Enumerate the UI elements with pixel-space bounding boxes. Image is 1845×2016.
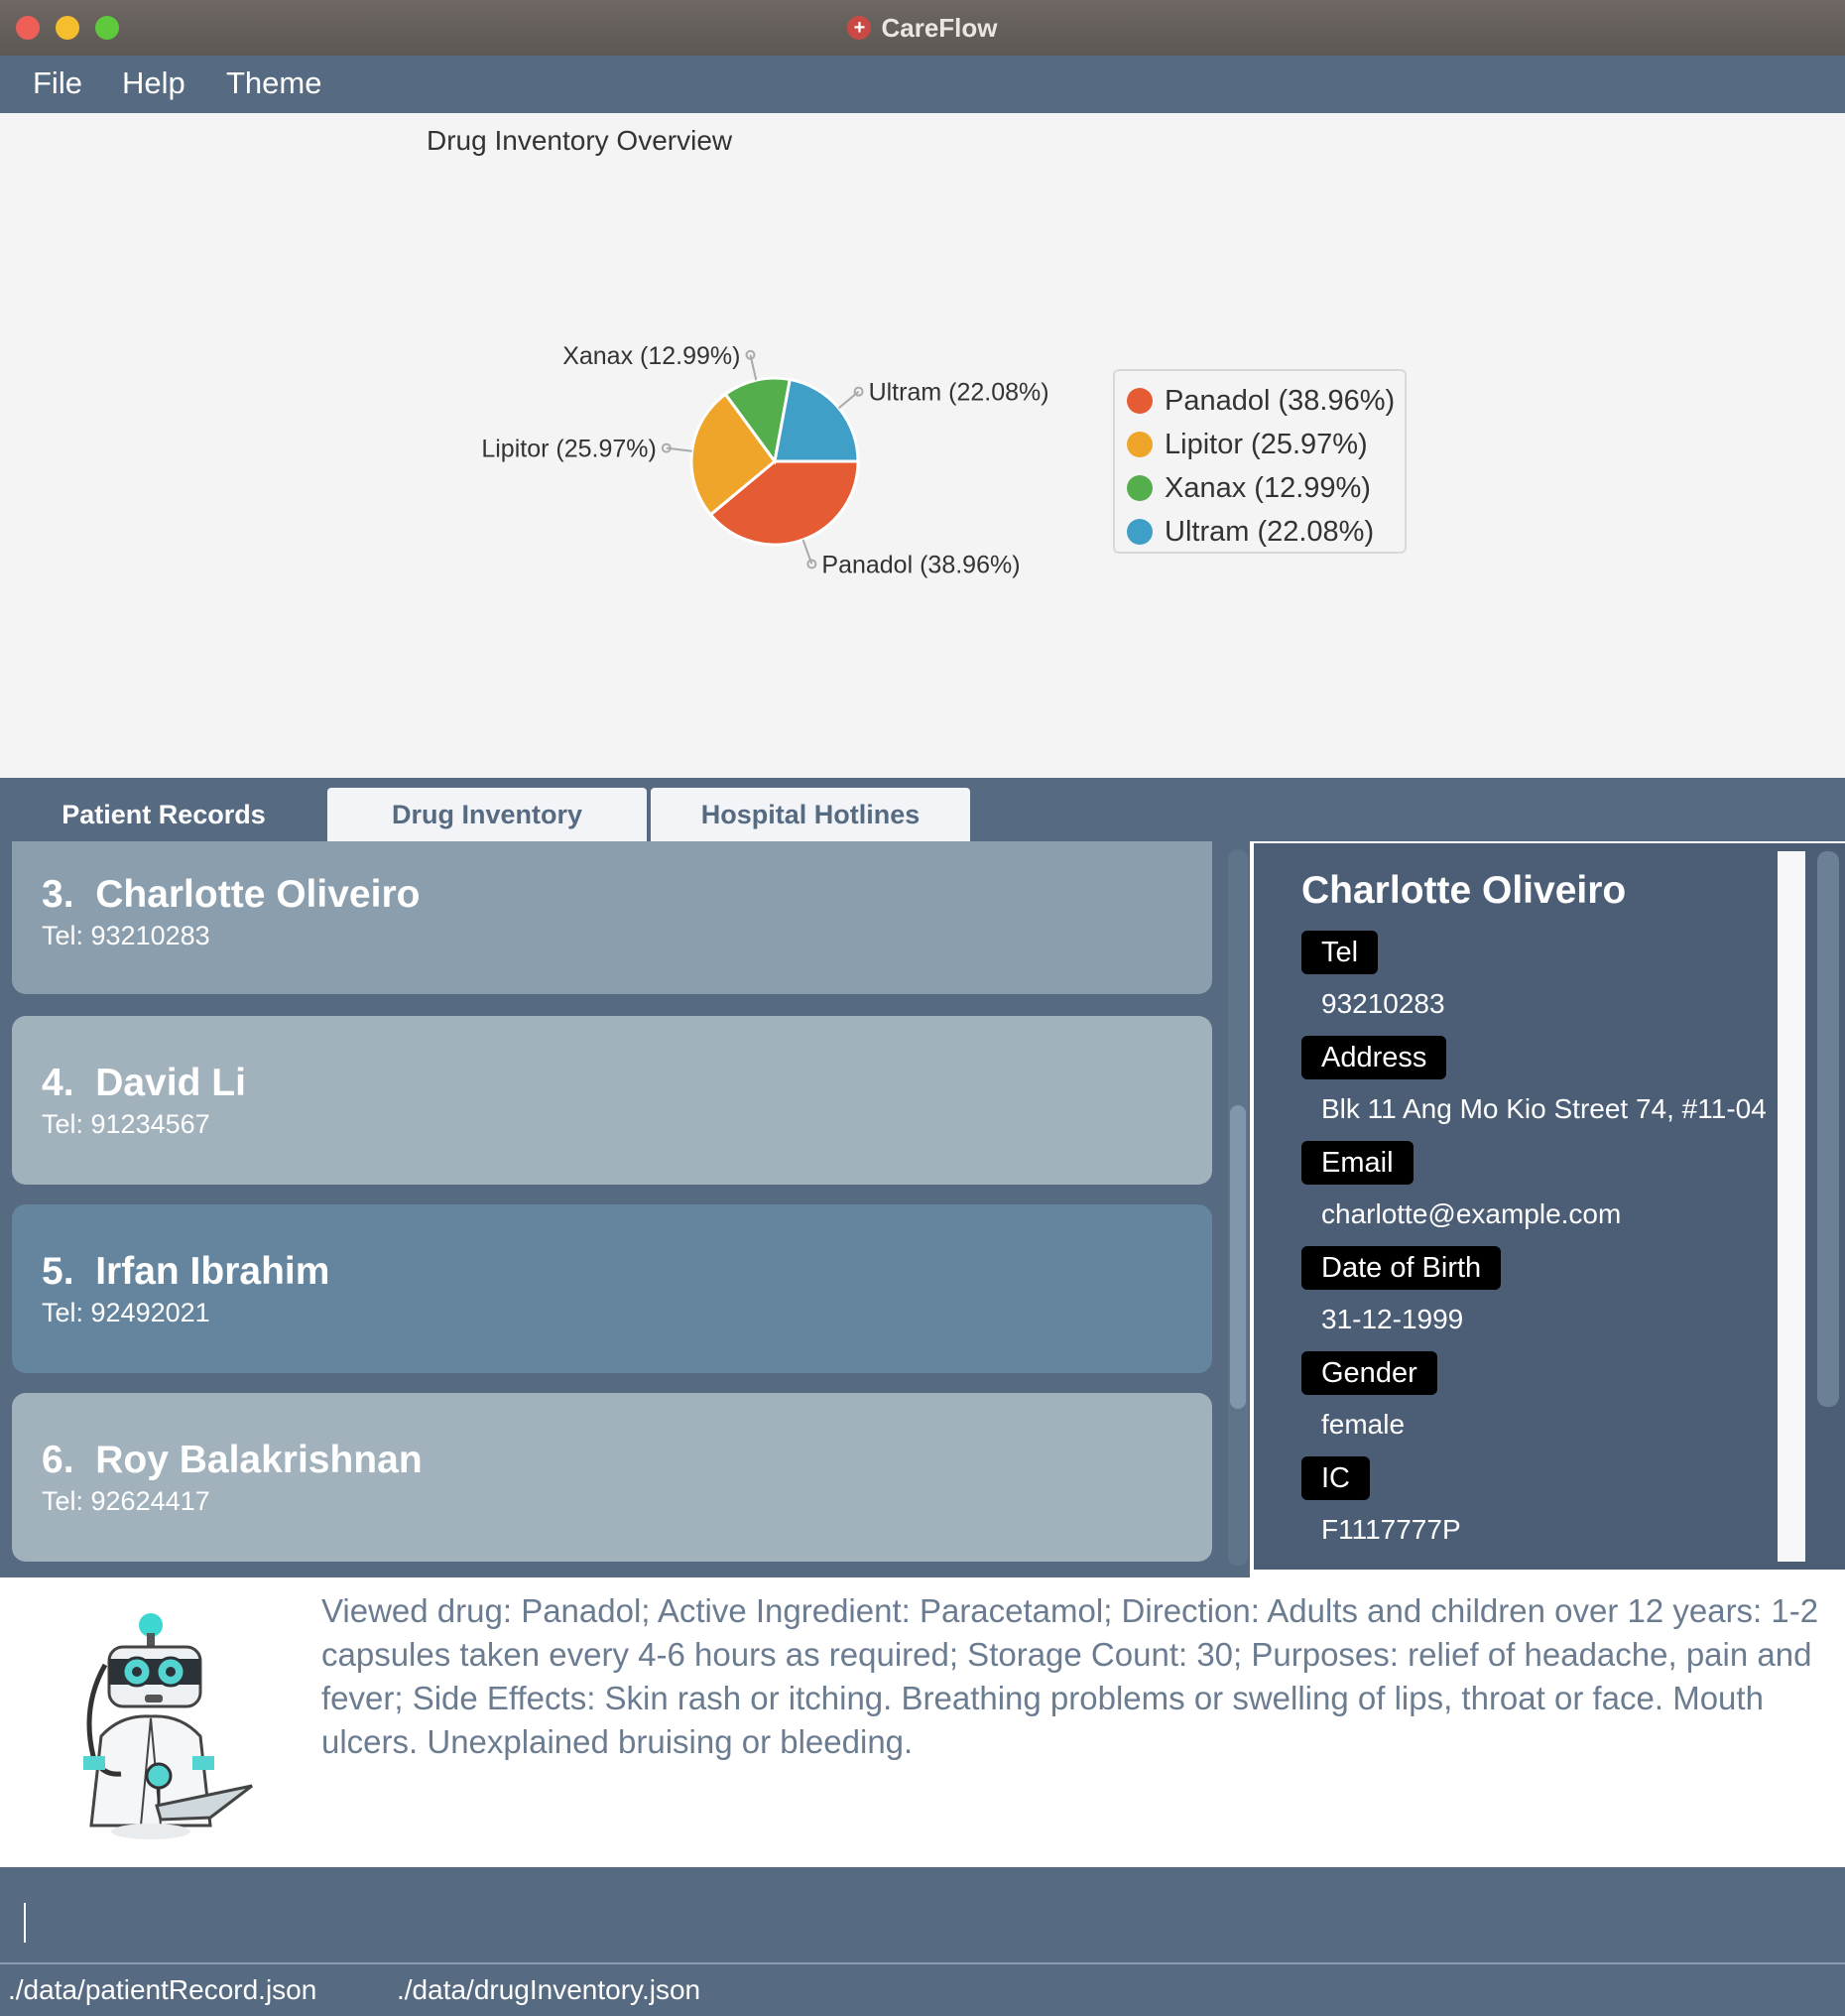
patient-tel: Tel: 91234567 xyxy=(42,1109,210,1139)
patient-list: 3. Charlotte Oliveiro Tel: 93210283 4. D… xyxy=(0,841,1250,1577)
legend-item-lipitor: Lipitor (25.97%) xyxy=(1127,423,1405,466)
tab-hospital-hotlines[interactable]: Hospital Hotlines xyxy=(651,788,970,841)
drug-inventory-chart: Drug Inventory Overview Panadol (38.96%)… xyxy=(0,113,1845,778)
detail-panel-scrollbar[interactable] xyxy=(1817,851,1839,1407)
tab-bar: Patient Records Drug Inventory Hospital … xyxy=(0,778,1845,841)
legend-swatch-ultram xyxy=(1127,519,1153,545)
patient-card-6[interactable]: 6. Roy Balakrishnan Tel: 92624417 xyxy=(12,1393,1212,1562)
pie-label-lipitor: Lipitor (25.97%) xyxy=(481,436,656,463)
detail-value-gender: female xyxy=(1321,1409,1406,1440)
detail-value-address: Blk 11 Ang Mo Kio Street 74, #11-04 xyxy=(1321,1093,1767,1124)
text-caret xyxy=(24,1903,26,1943)
legend-label-xanax: Xanax (12.99%) xyxy=(1165,471,1371,504)
status-bar: ./data/patientRecord.json ./data/drugInv… xyxy=(0,1962,1845,2016)
legend-item-panadol: Panadol (38.96%) xyxy=(1127,379,1405,423)
detail-label-gender: Gender xyxy=(1301,1351,1437,1395)
result-display: Viewed drug: Panadol; Active Ingredient:… xyxy=(2,1581,1843,1867)
pie-label-panadol: Panadol (38.96%) xyxy=(821,551,1020,578)
window-title-group: + CareFlow xyxy=(0,0,1845,56)
careflow-logo-icon: + xyxy=(847,16,872,40)
detail-label-ic: IC xyxy=(1301,1456,1370,1500)
menu-help[interactable]: Help xyxy=(122,65,185,101)
patient-tel: Tel: 92624417 xyxy=(42,1486,210,1516)
menu-bar: File Help Theme xyxy=(0,56,1845,113)
pie-label-xanax: Xanax (12.99%) xyxy=(562,342,740,370)
legend-label-panadol: Panadol (38.96%) xyxy=(1165,384,1396,417)
detail-label-tel: Tel xyxy=(1301,931,1379,974)
detail-value-email: charlotte@example.com xyxy=(1321,1198,1622,1229)
patient-list-scroll-thumb[interactable] xyxy=(1230,1105,1246,1409)
detail-label-email: Email xyxy=(1301,1141,1414,1185)
menu-theme[interactable]: Theme xyxy=(226,65,321,101)
legend-item-xanax: Xanax (12.99%) xyxy=(1127,466,1405,510)
chart-legend: Panadol (38.96%) Lipitor (25.97%) Xanax … xyxy=(1113,369,1407,554)
patient-name: 4. David Li xyxy=(42,1062,246,1104)
patient-name: 5. Irfan Ibrahim xyxy=(42,1250,330,1293)
detail-label-address: Address xyxy=(1301,1036,1447,1079)
menu-file[interactable]: File xyxy=(33,65,82,101)
tab-drug-inventory[interactable]: Drug Inventory xyxy=(327,788,647,841)
pie-chart: Panadol (38.96%) Lipitor (25.97%) Xanax (1… xyxy=(481,342,1049,579)
command-input[interactable] xyxy=(30,1891,1819,1943)
patient-card-3[interactable]: 3. Charlotte Oliveiro Tel: 93210283 xyxy=(12,841,1212,994)
patient-tel: Tel: 93210283 xyxy=(42,921,210,950)
legend-label-lipitor: Lipitor (25.97%) xyxy=(1165,428,1368,460)
detail-panel-edge xyxy=(1778,851,1805,1562)
detail-patient-name: Charlotte Oliveiro xyxy=(1301,869,1627,912)
patient-detail-panel: Charlotte Oliveiro Tel 93210283 Address … xyxy=(1254,843,1845,1570)
detail-label-dob: Date of Birth xyxy=(1301,1246,1502,1290)
detail-value-dob: 31-12-1999 xyxy=(1321,1304,1464,1334)
legend-label-ultram: Ultram (22.08%) xyxy=(1165,515,1375,548)
command-box[interactable] xyxy=(0,1867,1845,1962)
doctor-robot-mascot-icon xyxy=(83,1613,253,1839)
title-bar: + CareFlow xyxy=(0,0,1845,57)
legend-swatch-panadol xyxy=(1127,388,1153,414)
patient-card-5[interactable]: 5. Irfan Ibrahim Tel: 92492021 xyxy=(12,1204,1212,1373)
patient-name: 6. Roy Balakrishnan xyxy=(42,1439,423,1481)
legend-item-ultram: Ultram (22.08%) xyxy=(1127,510,1405,554)
patient-name: 3. Charlotte Oliveiro xyxy=(42,873,421,916)
pie-label-ultram: Ultram (22.08%) xyxy=(869,379,1049,407)
legend-swatch-lipitor xyxy=(1127,432,1153,457)
pie-slice-ultram xyxy=(773,377,860,463)
detail-value-tel: 93210283 xyxy=(1321,988,1445,1019)
result-message: Viewed drug: Panadol; Active Ingredient:… xyxy=(321,1592,1819,1760)
detail-value-ic: F1117777P xyxy=(1321,1514,1461,1545)
app-window: + CareFlow File Help Theme Drug Inventor… xyxy=(0,0,1845,2016)
tab-patient-records[interactable]: Patient Records xyxy=(4,788,323,841)
legend-swatch-xanax xyxy=(1127,475,1153,501)
status-drug-file: ./data/drugInventory.json xyxy=(397,1974,701,2005)
status-patient-file: ./data/patientRecord.json xyxy=(8,1974,317,2005)
patient-tel: Tel: 92492021 xyxy=(42,1298,210,1327)
patient-card-4[interactable]: 4. David Li Tel: 91234567 xyxy=(12,1016,1212,1185)
window-title: CareFlow xyxy=(881,12,998,43)
